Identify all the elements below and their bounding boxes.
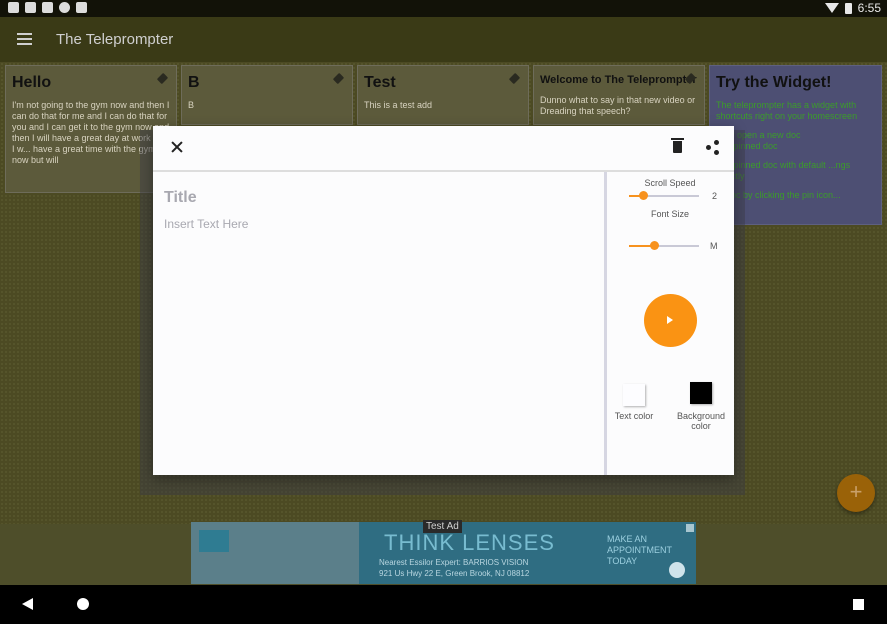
scroll-speed-value: 2 xyxy=(712,191,718,201)
person-icon xyxy=(42,2,53,13)
card-title: Welcome to The Teleprompter xyxy=(540,74,697,86)
card-body: This is a test add xyxy=(364,100,433,110)
text-input[interactable]: Insert Text Here xyxy=(164,217,248,231)
text-color-label: Text color xyxy=(614,411,654,421)
home-icon[interactable] xyxy=(77,598,89,610)
ad-expert-text: Nearest Essilor Expert: BARRIOS VISION xyxy=(379,558,529,567)
sd-card-icon xyxy=(76,2,87,13)
ad-close-icon[interactable] xyxy=(686,524,694,532)
background-color-label: Background color xyxy=(676,411,726,431)
recents-icon[interactable] xyxy=(853,599,864,610)
status-bar: 6:55 xyxy=(0,0,887,17)
doc-card-test[interactable]: Test This is a test add xyxy=(357,65,529,125)
font-size-label: Font Size xyxy=(650,209,690,219)
font-size-thumb[interactable] xyxy=(649,241,659,250)
record-icon xyxy=(59,2,70,13)
ad-address-text: 921 Us Hwy 22 E, Green Brook, NJ 08812 xyxy=(379,569,530,578)
card-title: Test xyxy=(364,74,396,91)
settings-panel: Scroll Speed 2 Font Size M Text color Ba… xyxy=(607,172,734,475)
notification-icons xyxy=(8,2,87,13)
play-button[interactable] xyxy=(644,294,697,347)
battery-icon xyxy=(844,2,852,14)
card-body: Dunno what to say in that new video or D… xyxy=(540,95,696,116)
text-color-swatch[interactable] xyxy=(623,384,645,406)
delete-icon[interactable] xyxy=(671,138,684,153)
navigation-bar xyxy=(0,585,887,624)
scroll-speed-thumb[interactable] xyxy=(639,191,648,200)
share-icon[interactable] xyxy=(706,140,720,155)
dialog-toolbar xyxy=(153,126,734,172)
back-icon[interactable] xyxy=(22,598,33,610)
ad-banner[interactable]: THINK LENSES Nearest Essilor Expert: BAR… xyxy=(191,520,696,584)
wifi-icon xyxy=(824,3,839,13)
editor-dialog: Title Insert Text Here Scroll Speed 2 Fo… xyxy=(153,126,734,475)
close-icon[interactable] xyxy=(171,141,183,153)
font-size-slider[interactable] xyxy=(629,241,699,250)
ad-play-icon[interactable] xyxy=(669,562,685,578)
card-title: B xyxy=(188,74,200,91)
background-color-swatch[interactable] xyxy=(690,382,712,404)
scroll-speed-slider[interactable] xyxy=(629,191,699,200)
card-body: The teleprompter has a widget with short… xyxy=(716,100,858,121)
editor-area[interactable]: Title Insert Text Here xyxy=(153,172,607,475)
scroll-speed-label: Scroll Speed xyxy=(644,178,696,188)
doc-card-b[interactable]: B B xyxy=(181,65,353,125)
notification-icon xyxy=(8,2,19,13)
ad-image xyxy=(191,522,359,584)
app-bar: The Teleprompter xyxy=(0,17,887,62)
essilor-logo xyxy=(199,530,229,552)
test-ad-label: Test Ad xyxy=(423,520,462,533)
mail-icon xyxy=(25,2,36,13)
clock: 6:55 xyxy=(857,1,881,15)
hamburger-menu-icon[interactable] xyxy=(17,33,32,45)
doc-card-welcome[interactable]: Welcome to The Teleprompter Dunno what t… xyxy=(533,65,705,125)
card-body: B xyxy=(188,100,195,110)
card-title: Hello xyxy=(12,74,52,91)
ad-headline: THINK LENSES xyxy=(384,530,555,555)
title-input[interactable]: Title xyxy=(164,189,197,207)
app-title: The Teleprompter xyxy=(56,31,174,48)
font-size-value: M xyxy=(710,241,718,251)
add-document-button[interactable]: + xyxy=(837,474,875,512)
card-title: Try the Widget! xyxy=(716,74,832,91)
